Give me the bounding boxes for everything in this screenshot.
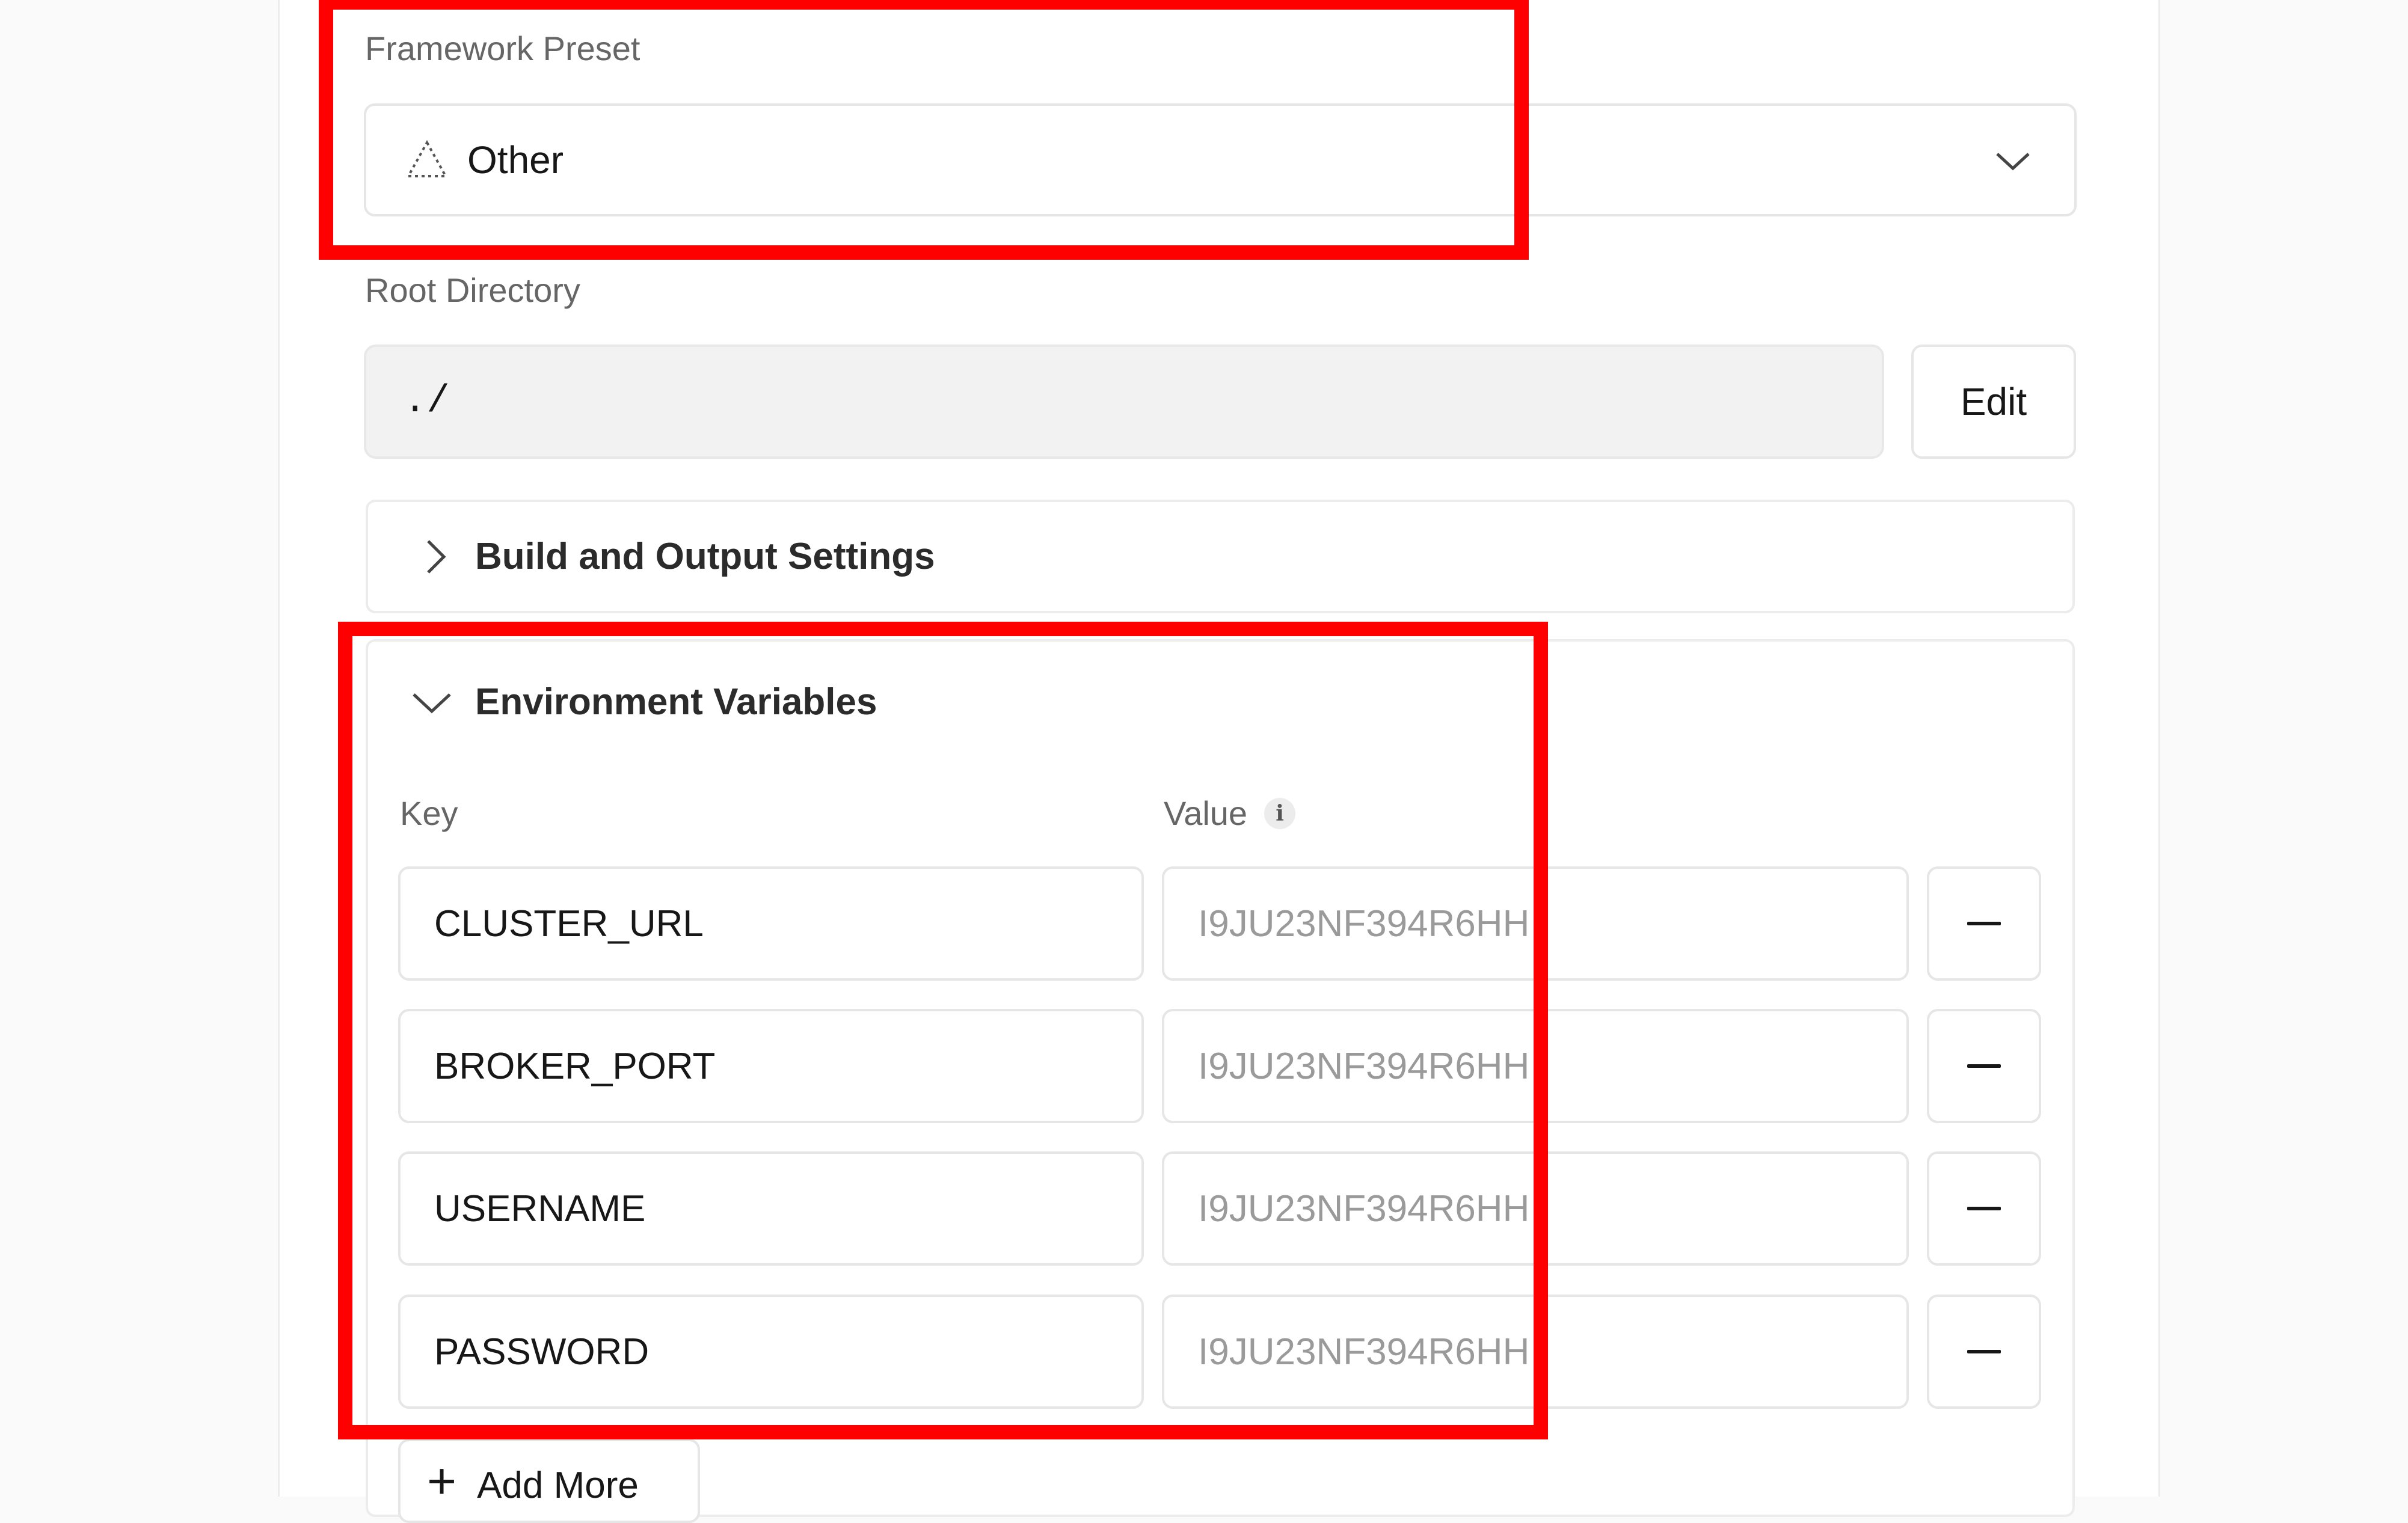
minus-icon [1967, 922, 2001, 925]
edit-root-directory-button[interactable]: Edit [1911, 345, 2076, 459]
add-more-label: Add More [477, 1465, 639, 1506]
minus-icon [1967, 1064, 2001, 1068]
build-output-settings-section[interactable]: Build and Output Settings [366, 500, 2075, 613]
root-directory-label: Root Directory [365, 271, 580, 309]
chevron-right-icon [427, 539, 446, 574]
remove-variable-button[interactable] [1927, 866, 2041, 981]
chevron-down-icon [1996, 153, 2030, 171]
build-output-settings-header[interactable]: Build and Output Settings [415, 502, 935, 611]
highlight-box-framework [319, 0, 1529, 260]
remove-variable-button[interactable] [1927, 1009, 2041, 1123]
add-more-button[interactable]: + Add More [398, 1439, 700, 1523]
remove-variable-button[interactable] [1927, 1151, 2041, 1266]
remove-variable-button[interactable] [1927, 1295, 2041, 1409]
minus-icon [1967, 1350, 2001, 1353]
minus-icon [1967, 1207, 2001, 1210]
highlight-box-environment [338, 622, 1548, 1439]
root-directory-field: ./ [364, 345, 1884, 459]
build-output-settings-title: Build and Output Settings [475, 536, 935, 577]
plus-icon: + [427, 1453, 457, 1509]
